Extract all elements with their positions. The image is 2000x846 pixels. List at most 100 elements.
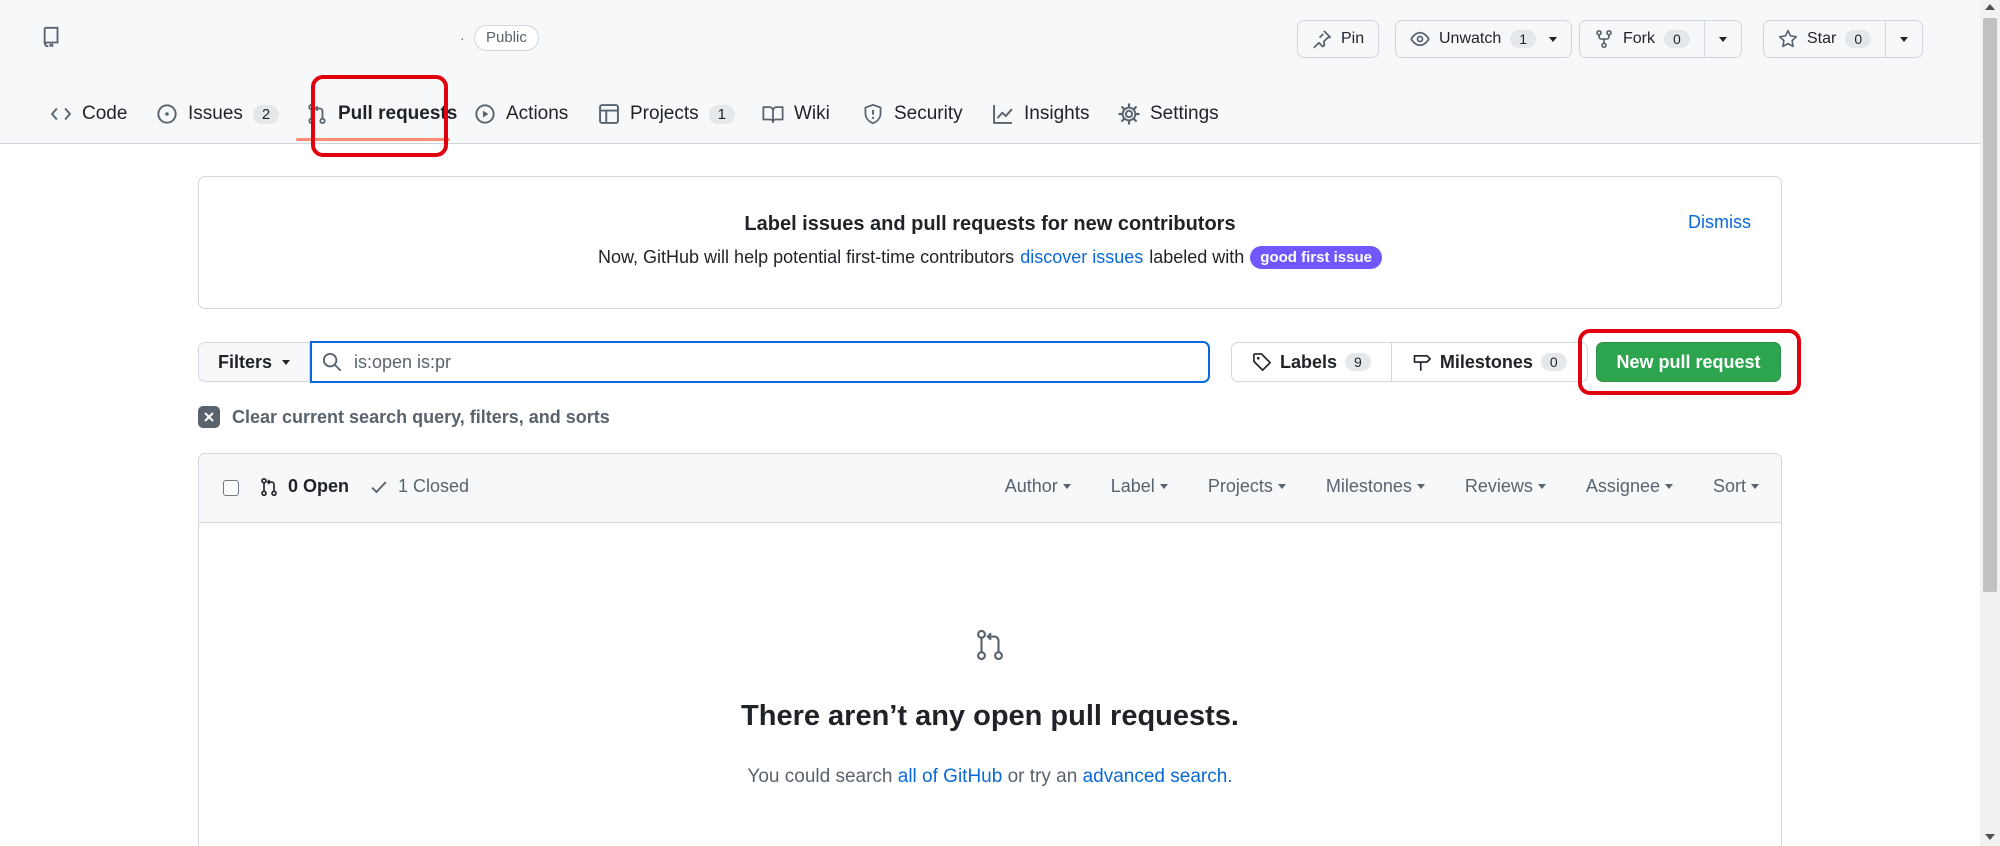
tab-code-label: Code	[82, 103, 128, 124]
tab-wiki[interactable]: Wiki	[762, 95, 830, 133]
reviews-menu-label: Reviews	[1464, 476, 1533, 496]
tab-settings[interactable]: Settings	[1118, 95, 1219, 133]
watchers-count: 1	[1510, 30, 1537, 48]
star-label: Star	[1807, 30, 1837, 47]
all-of-github-link[interactable]: all of GitHub	[898, 766, 1003, 787]
advanced-search-link[interactable]: advanced search	[1083, 766, 1228, 787]
fork-button[interactable]: Fork 0	[1579, 20, 1742, 58]
assignee-menu-label: Assignee	[1585, 476, 1660, 496]
sort-menu-label: Sort	[1712, 476, 1746, 496]
milestones-label: Milestones	[1439, 351, 1533, 372]
filters-label: Filters	[217, 351, 273, 372]
chevron-down-icon	[1718, 36, 1727, 42]
eye-icon	[1410, 29, 1430, 49]
labels-button[interactable]: Labels 9	[1232, 343, 1391, 381]
git-pull-request-icon	[259, 477, 279, 497]
tab-actions-label: Actions	[506, 103, 569, 124]
blankslate-period: .	[1227, 766, 1233, 787]
banner-text-after: labeled with	[1149, 247, 1245, 267]
blankslate-text-mid: or try an	[1007, 766, 1078, 787]
tab-wiki-label: Wiki	[794, 103, 830, 124]
milestones-menu-label: Milestones	[1325, 476, 1412, 496]
tab-projects-label: Projects	[630, 103, 699, 124]
reviews-menu[interactable]: Reviews	[1465, 476, 1546, 497]
chevron-down-icon	[1277, 484, 1286, 489]
play-icon	[474, 103, 496, 125]
milestone-icon	[1412, 352, 1432, 372]
repo-header: · Public Pin Unwatch 1 Fork 0 Star 0 Cod…	[0, 0, 1980, 144]
repo-name-separator: ·	[460, 30, 465, 46]
tab-insights-label: Insights	[1024, 103, 1090, 124]
milestones-button[interactable]: Milestones 0	[1390, 343, 1587, 381]
tab-code[interactable]: Code	[50, 95, 127, 133]
gear-icon	[1118, 103, 1140, 125]
contributors-banner: Label issues and pull requests for new c…	[198, 176, 1782, 309]
blankslate-text: You could search all of GitHub or try an…	[199, 766, 1781, 788]
unwatch-button[interactable]: Unwatch 1	[1395, 20, 1573, 58]
blankslate-text-before: You could search	[747, 766, 893, 787]
pin-button[interactable]: Pin	[1297, 20, 1380, 58]
labels-count: 9	[1345, 353, 1371, 371]
dismiss-button[interactable]: Dismiss	[1688, 212, 1751, 233]
fork-count: 0	[1664, 30, 1690, 48]
star-count: 0	[1845, 30, 1872, 48]
pull-request-list: 0 Open 1 Closed Author Label Projects Mi…	[198, 453, 1782, 846]
clear-filters-link[interactable]: Clear current search query, filters, and…	[198, 406, 610, 428]
search-field[interactable]	[310, 341, 1210, 383]
graph-icon	[992, 103, 1014, 125]
scroll-down-arrow-icon[interactable]	[1985, 834, 1995, 840]
tab-security[interactable]: Security	[862, 95, 963, 133]
open-filter[interactable]: 0 Open	[259, 476, 349, 497]
projects-menu[interactable]: Projects	[1208, 476, 1286, 497]
tab-issues-label: Issues	[188, 103, 243, 124]
label-menu[interactable]: Label	[1111, 476, 1168, 497]
milestones-count: 0	[1540, 353, 1567, 371]
filters-button[interactable]: Filters	[198, 342, 310, 382]
scroll-up-arrow-icon[interactable]	[1985, 4, 1995, 10]
tag-icon	[1252, 352, 1272, 372]
clear-filters-label: Clear current search query, filters, and…	[232, 406, 610, 427]
star-button[interactable]: Star 0	[1763, 20, 1924, 58]
assignee-menu[interactable]: Assignee	[1586, 476, 1673, 497]
author-menu[interactable]: Author	[1005, 476, 1071, 497]
sort-menu[interactable]: Sort	[1713, 476, 1759, 497]
good-first-issue-label[interactable]: good first issue	[1250, 246, 1382, 269]
labels-milestones-group: Labels 9 Milestones 0	[1231, 342, 1588, 382]
tab-projects[interactable]: Projects 1	[598, 95, 735, 133]
tab-settings-label: Settings	[1150, 103, 1219, 124]
labels-label: Labels	[1280, 351, 1338, 372]
highlight-box-new-pull-request	[1578, 329, 1801, 395]
table-icon	[598, 103, 620, 125]
star-dropdown[interactable]	[1885, 21, 1922, 57]
milestones-menu[interactable]: Milestones	[1326, 476, 1425, 497]
select-all-checkbox[interactable]	[223, 480, 239, 496]
issue-opened-icon	[156, 103, 178, 125]
shield-icon	[862, 103, 884, 125]
pin-icon	[1312, 29, 1332, 49]
chevron-down-icon	[1751, 484, 1759, 489]
chevron-down-icon	[282, 359, 291, 365]
projects-count: 1	[708, 104, 735, 124]
banner-title: Label issues and pull requests for new c…	[744, 213, 1236, 235]
issues-count: 2	[252, 104, 280, 124]
page-scrollbar[interactable]	[1980, 0, 2000, 846]
book-icon	[762, 103, 784, 125]
code-icon	[50, 103, 72, 125]
projects-menu-label: Projects	[1207, 476, 1273, 496]
discover-issues-link[interactable]: discover issues	[1020, 247, 1143, 268]
tab-insights[interactable]: Insights	[992, 95, 1089, 133]
fork-label: Fork	[1623, 30, 1655, 47]
fork-dropdown[interactable]	[1703, 21, 1741, 57]
closed-filter[interactable]: 1 Closed	[369, 476, 469, 497]
banner-text: Now, GitHub will help potential first-ti…	[199, 246, 1781, 269]
unwatch-label: Unwatch	[1439, 30, 1502, 47]
blankslate-title: There aren’t any open pull requests.	[741, 700, 1239, 732]
scrollbar-thumb[interactable]	[1983, 18, 1997, 592]
x-icon	[198, 406, 220, 428]
search-input[interactable]	[354, 351, 1174, 373]
author-menu-label: Author	[1004, 476, 1058, 496]
tab-actions[interactable]: Actions	[474, 95, 568, 133]
tab-issues[interactable]: Issues 2	[156, 95, 280, 133]
chevron-down-icon	[1159, 484, 1168, 489]
chevron-down-icon	[1900, 36, 1909, 42]
